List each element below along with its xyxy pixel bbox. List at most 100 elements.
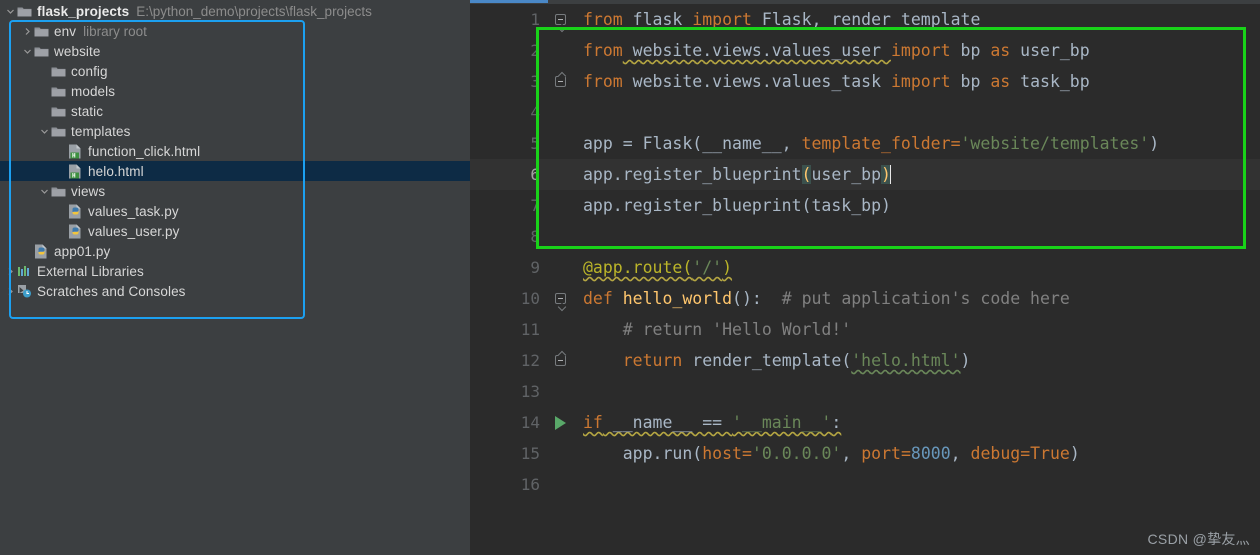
fold-collapse-icon[interactable] <box>554 293 566 304</box>
code-text[interactable] <box>575 376 1260 407</box>
line-number: 12 <box>520 351 540 370</box>
token-call: app.run <box>622 444 693 463</box>
code-text[interactable]: # return 'Hello World!' <box>575 314 1260 345</box>
chevron-right-icon[interactable] <box>4 281 17 301</box>
token-operator: = <box>1020 444 1031 463</box>
chevron-right-icon[interactable] <box>21 21 34 41</box>
token-keyword: as <box>990 41 1011 60</box>
code-text[interactable]: from website.views.values_user import bp… <box>575 35 1260 66</box>
code-row[interactable]: 12 return render_template('helo.html') <box>470 345 1260 376</box>
chevron-right-icon[interactable] <box>4 261 17 281</box>
fold-marker[interactable] <box>545 4 575 35</box>
no-arrow <box>55 221 68 241</box>
tree-item-values-user-py[interactable]: values_user.py <box>0 221 470 241</box>
run-icon[interactable] <box>554 415 566 430</box>
code-text[interactable]: app.register_blueprint(task_bp) <box>575 190 1260 221</box>
tree-item-external-libraries[interactable]: External Libraries <box>0 261 470 281</box>
code-row[interactable]: 9 @app.route('/') <box>470 252 1260 283</box>
python-file-icon <box>68 221 85 241</box>
code-text[interactable]: def hello_world (): # put application's c… <box>575 283 1260 314</box>
libraries-icon <box>17 261 34 281</box>
tree-item-static[interactable]: static <box>0 101 470 121</box>
code-text[interactable] <box>575 221 1260 252</box>
no-arrow <box>55 201 68 221</box>
code-row[interactable]: 4 <box>470 97 1260 128</box>
tree-item-app01-py[interactable]: app01.py <box>0 241 470 261</box>
token-module: website.views.values_user <box>622 41 891 60</box>
code-row[interactable]: 16 <box>470 469 1260 500</box>
tree-item-label: values_user.py <box>88 223 180 239</box>
fold-marker[interactable] <box>545 66 575 97</box>
run-gutter-marker[interactable] <box>545 407 575 438</box>
code-row[interactable]: 1 from flask import Flask, render_templa… <box>470 4 1260 35</box>
token-comma: , <box>841 444 862 463</box>
code-text[interactable]: app = Flask(__name__, template_folder ='w… <box>575 128 1260 159</box>
code-row[interactable]: 13 <box>470 376 1260 407</box>
code-row[interactable]: 5 app = Flask(__name__, template_folder =… <box>470 128 1260 159</box>
code-text[interactable]: from website.views.values_task import bp… <box>575 66 1260 97</box>
token-name: __name__ <box>602 413 703 432</box>
folder-icon <box>51 81 68 101</box>
code-text[interactable]: app.run(host = '0.0.0.0', port = 8000, debug… <box>575 438 1260 469</box>
tree-item-label: config <box>71 63 108 79</box>
code-row[interactable]: 14 if __name__ == '__main__': <box>470 407 1260 438</box>
line-number: 6 <box>530 165 540 184</box>
token-keyword: from <box>583 41 623 60</box>
tree-item-label: Scratches and Consoles <box>37 283 186 299</box>
code-text[interactable] <box>575 469 1260 500</box>
code-text[interactable]: app.register_blueprint(user_bp) <box>575 159 1260 190</box>
chevron-down-icon[interactable] <box>38 121 51 141</box>
fold-marker[interactable] <box>545 283 575 314</box>
code-text[interactable]: from flask import Flask, render_template <box>575 4 1260 35</box>
code-row[interactable]: 11 # return 'Hello World!' <box>470 314 1260 345</box>
tree-item-helo-html[interactable]: Hhelo.html <box>0 161 470 181</box>
folder-icon <box>51 181 68 201</box>
fold-marker[interactable] <box>545 345 575 376</box>
fold-collapse-icon[interactable] <box>554 76 566 87</box>
code-row[interactable]: 3 from website.views.values_task import … <box>470 66 1260 97</box>
chevron-down-icon[interactable] <box>38 181 51 201</box>
fold-collapse-icon[interactable] <box>554 14 566 25</box>
code-row[interactable]: 7 app.register_blueprint(task_bp) <box>470 190 1260 221</box>
code-lines[interactable]: 1 from flask import Flask, render_templa… <box>470 4 1260 500</box>
project-root-row[interactable]: flask_projects E:\python_demo\projects\f… <box>0 1 470 21</box>
token-boolean: True <box>1030 444 1070 463</box>
code-row[interactable]: 10 def hello_world (): # put application'… <box>470 283 1260 314</box>
chevron-down-icon[interactable] <box>21 41 34 61</box>
tree-item-env[interactable]: env library root <box>0 21 470 41</box>
tree-item-scratches-and-consoles[interactable]: Scratches and Consoles <box>0 281 470 301</box>
code-row[interactable]: 2 from website.views.values_user import … <box>470 35 1260 66</box>
token-operator: = <box>741 444 752 463</box>
fold-marker <box>545 221 575 252</box>
token-keyword: if <box>583 413 603 432</box>
fold-collapse-icon[interactable] <box>554 355 566 366</box>
tree-item-function-click-html[interactable]: Hfunction_click.html <box>0 141 470 161</box>
code-row[interactable]: 8 <box>470 221 1260 252</box>
tree-item-website[interactable]: website <box>0 41 470 61</box>
code-editor[interactable]: 1 from flask import Flask, render_templa… <box>470 0 1260 555</box>
tree-item-config[interactable]: config <box>0 61 470 81</box>
code-text[interactable]: @app.route('/') <box>575 252 1260 283</box>
tree-item-views[interactable]: views <box>0 181 470 201</box>
tree-item-templates[interactable]: templates <box>0 121 470 141</box>
code-row[interactable]: 15 app.run(host = '0.0.0.0', port = 8000, de… <box>470 438 1260 469</box>
code-text[interactable] <box>575 97 1260 128</box>
tree-item-sublabel: library root <box>83 23 147 39</box>
code-text[interactable]: return render_template('helo.html') <box>575 345 1260 376</box>
token-paren: ( <box>682 258 693 277</box>
line-number: 4 <box>530 103 540 122</box>
tree-item-label: website <box>54 43 101 59</box>
tree-item-models[interactable]: models <box>0 81 470 101</box>
line-number: 2 <box>530 41 540 60</box>
tree-item-values-task-py[interactable]: values_task.py <box>0 201 470 221</box>
project-tree-panel[interactable]: flask_projects E:\python_demo\projects\f… <box>0 0 470 555</box>
tree-item-label: views <box>71 183 106 199</box>
fold-marker <box>545 97 575 128</box>
code-row-current[interactable]: 6 app.register_blueprint(user_bp) <box>470 159 1260 190</box>
code-text[interactable]: if __name__ == '__main__': <box>575 407 1260 438</box>
line-number: 13 <box>520 382 540 401</box>
chevron-down-icon[interactable] <box>4 1 17 21</box>
scratches-icon <box>17 281 34 301</box>
tree-item-list[interactable]: env library root website config models static… <box>0 21 470 301</box>
